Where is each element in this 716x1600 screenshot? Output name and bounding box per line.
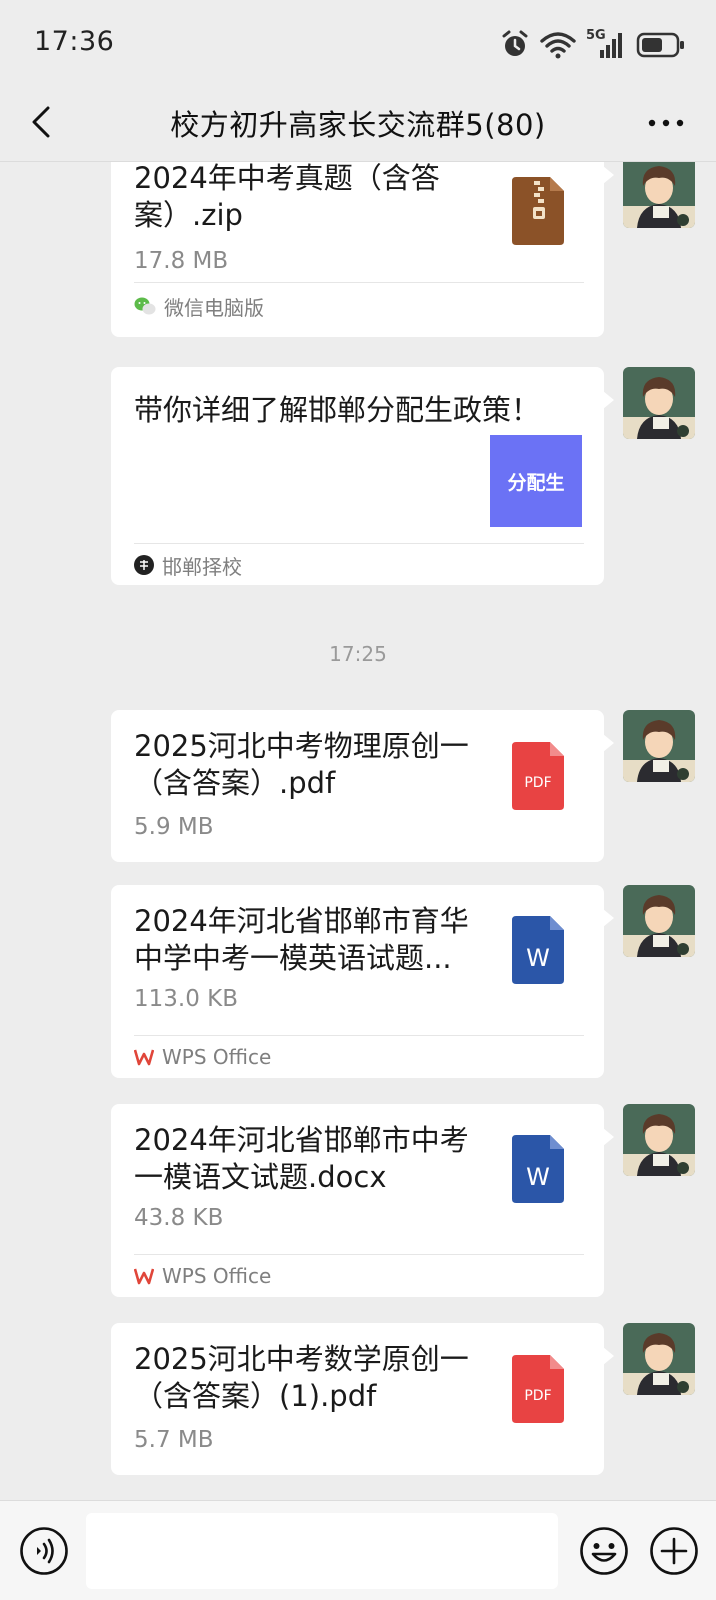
source-label: 微信电脑版	[164, 295, 264, 320]
source-label: WPS Office	[162, 1264, 272, 1288]
avatar-image	[623, 162, 695, 228]
file-icon-label: W	[526, 944, 550, 972]
article-message-card[interactable]: 带你详细了解邯郸分配生政策！ 分配生 邯郸择校	[111, 367, 614, 585]
card-divider	[134, 1254, 584, 1255]
chat-title: 校方初升高家长交流群5(80)	[170, 108, 546, 142]
file-size: 17.8 MB	[134, 248, 229, 274]
file-name: 2025河北中考数学原创一（含答案）(1).pdf	[134, 1342, 469, 1413]
pdf-file-icon: PDF	[512, 1355, 564, 1423]
avatar-image	[623, 1104, 695, 1176]
file-message-card[interactable]: 2024年河北省邯郸市中考一模语文试题.docx 43.8 KB W WPS O…	[111, 1104, 614, 1297]
avatar-image	[623, 367, 695, 439]
plus-icon[interactable]	[648, 1525, 700, 1577]
wifi-icon	[540, 32, 576, 59]
message-input[interactable]	[86, 1513, 558, 1589]
avatar-image	[623, 710, 695, 782]
avatar[interactable]	[623, 710, 695, 782]
card-divider	[134, 1035, 584, 1036]
article-thumbnail: 分配生	[490, 435, 582, 527]
file-size: 5.7 MB	[134, 1427, 214, 1453]
more-options-icon[interactable]	[644, 108, 688, 138]
time-divider: 17:25	[329, 642, 387, 666]
file-icon-label: PDF	[524, 775, 552, 791]
source-label: 邯郸择校	[162, 554, 242, 579]
file-message-card[interactable]: 2025河北中考数学原创一（含答案）(1).pdf 5.7 MB PDF	[111, 1323, 614, 1475]
avatar[interactable]	[623, 885, 695, 957]
avatar[interactable]	[623, 1323, 695, 1395]
card-divider	[134, 543, 584, 544]
nav-bar: 校方初升高家长交流群5(80)	[0, 88, 716, 162]
word-file-icon: W	[512, 916, 564, 984]
avatar-image	[623, 1323, 695, 1395]
file-name: 2025河北中考物理原创一（含答案）.pdf	[134, 729, 469, 800]
wps-logo-icon	[134, 1268, 154, 1285]
file-name: 2024年河北省邯郸市育华中学中考一模英语试题...	[134, 904, 469, 975]
wechat-logo-icon	[134, 297, 156, 315]
battery-icon	[636, 32, 684, 58]
cellular-signal: 5G	[586, 28, 626, 60]
source-row: WPS Office	[134, 1043, 271, 1071]
avatar[interactable]	[623, 367, 695, 439]
source-row: 微信电脑版	[134, 292, 264, 320]
file-message-card[interactable]: 2024年中考真题（含答案）.zip 17.8 MB 微信电脑版	[111, 162, 614, 337]
status-icons: 5G	[500, 28, 686, 62]
article-title: 带你详细了解邯郸分配生政策！	[134, 393, 541, 427]
file-size: 113.0 KB	[134, 986, 239, 1012]
file-message-card[interactable]: 2025河北中考物理原创一（含答案）.pdf 5.9 MB PDF	[111, 710, 614, 862]
avatar-image	[623, 885, 695, 957]
file-size: 43.8 KB	[134, 1205, 224, 1231]
message-list[interactable]: 2024年中考真题（含答案）.zip 17.8 MB 微信电脑版 带你详细了解邯…	[0, 162, 716, 1500]
status-time: 17:36	[34, 26, 115, 57]
word-file-icon: W	[512, 1135, 564, 1203]
file-icon-label: PDF	[524, 1388, 552, 1404]
source-row: 邯郸择校	[134, 551, 242, 579]
zip-file-icon	[512, 177, 564, 245]
source-label: WPS Office	[162, 1045, 272, 1069]
emoji-icon[interactable]	[578, 1525, 630, 1577]
pdf-file-icon: PDF	[512, 742, 564, 810]
file-name: 2024年河北省邯郸市中考一模语文试题.docx	[134, 1123, 469, 1194]
wps-logo-icon	[134, 1049, 154, 1066]
file-icon-label: W	[526, 1163, 550, 1191]
signal-bars-icon	[600, 33, 622, 58]
file-size: 5.9 MB	[134, 814, 214, 840]
card-divider	[134, 282, 584, 283]
input-bar	[0, 1500, 716, 1600]
avatar[interactable]	[623, 1104, 695, 1176]
source-row: WPS Office	[134, 1262, 271, 1290]
file-message-card[interactable]: 2024年河北省邯郸市育华中学中考一模英语试题... 113.0 KB W WP…	[111, 885, 614, 1078]
avatar[interactable]	[623, 162, 695, 228]
file-name: 2024年中考真题（含答案）.zip	[134, 162, 440, 232]
voice-input-icon[interactable]	[18, 1525, 70, 1577]
publisher-logo-icon	[134, 555, 154, 575]
status-bar: 17:36 5G	[0, 0, 716, 88]
alarm-icon	[502, 30, 528, 56]
